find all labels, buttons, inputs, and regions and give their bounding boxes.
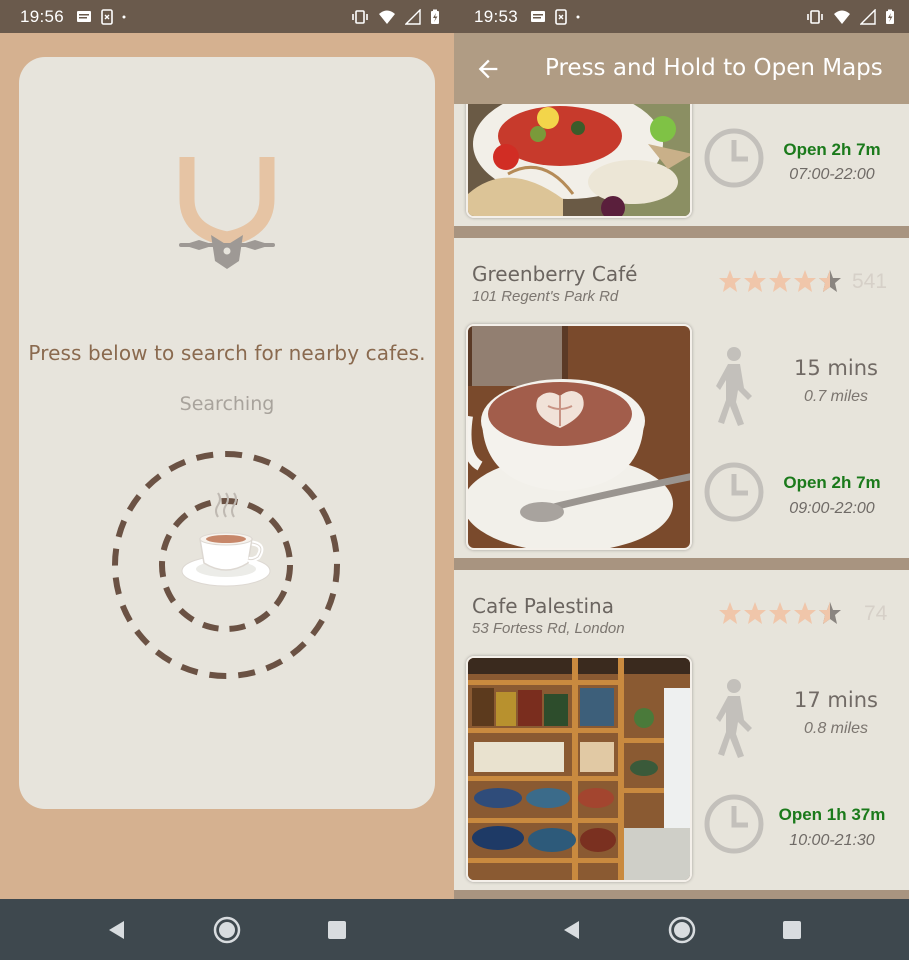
nav-home-button[interactable]: [203, 906, 251, 954]
open-status: Open 1h 37m: [778, 805, 886, 824]
cafe-address: 101 Regent's Park Rd: [472, 288, 619, 305]
arrow-left-icon[interactable]: [474, 55, 502, 83]
opening-hours: 07:00-22:00: [789, 166, 875, 183]
search-button[interactable]: [108, 447, 344, 683]
signal-icon: [860, 8, 876, 25]
star-icon: [719, 602, 741, 624]
open-status: Open 2h 7m: [783, 473, 881, 492]
cafe-photo: [466, 324, 692, 550]
square-recents-icon: [782, 920, 801, 939]
half-star-icon: [819, 602, 841, 624]
screenshot-notification-icon: [555, 8, 567, 25]
triangle-back-icon: [563, 920, 579, 939]
rating-count: 74: [864, 602, 888, 625]
walk-distance: 0.8 miles: [803, 720, 869, 737]
cafe-list[interactable]: Open 2h 7m 07:00-22:00 Greenberry Café 1…: [454, 104, 909, 899]
circle-home-icon: [213, 916, 241, 943]
walk-time: 17 mins: [794, 688, 878, 712]
search-screen: 19:56 Press below to search for nearby c…: [0, 0, 454, 960]
walking-person-icon: [716, 347, 752, 426]
vibrate-icon: [807, 9, 823, 24]
cafe-finder-logo-icon: [179, 157, 275, 269]
star-icon: [794, 602, 816, 624]
star-icon: [794, 270, 816, 292]
dot-icon: [576, 15, 580, 18]
nav-back-button[interactable]: [548, 906, 596, 954]
open-status: Open 2h 7m: [783, 140, 881, 159]
cafe-card[interactable]: Cafe Palestina 53 Fortess Rd, London 74: [454, 570, 909, 890]
circle-home-icon: [668, 916, 695, 943]
star-icon: [744, 270, 766, 292]
battery-charging-icon: [431, 9, 439, 24]
navigation-bar: [0, 899, 454, 960]
nav-home-button[interactable]: [658, 906, 706, 954]
dot-icon: [122, 15, 126, 18]
star-icon: [744, 602, 766, 624]
vibrate-icon: [352, 9, 368, 24]
star-icon: [769, 270, 791, 292]
screenshot-notification-icon: [101, 8, 113, 25]
opening-hours: 10:00-21:30: [789, 832, 875, 849]
signal-icon: [405, 8, 421, 25]
search-card: Press below to search for nearby cafes. …: [19, 57, 435, 809]
battery-charging-icon: [886, 9, 894, 24]
star-icon: [719, 270, 741, 292]
cafe-card[interactable]: Greenberry Café 101 Regent's Park Rd 541: [454, 238, 909, 558]
app-bar-title: Press and Hold to Open Maps: [545, 55, 883, 81]
app-bar: Press and Hold to Open Maps: [454, 33, 909, 104]
cafe-name: Greenberry Café: [472, 262, 638, 286]
walk-distance: 0.7 miles: [803, 388, 869, 405]
nav-recents-button[interactable]: [768, 906, 816, 954]
opening-hours: 09:00-22:00: [789, 500, 875, 517]
walking-person-icon: [716, 679, 752, 758]
results-screen: 19:53 Press and Hold to Open Maps Open 2…: [454, 0, 909, 960]
cafe-photo: [466, 656, 692, 882]
wifi-icon: [379, 10, 395, 24]
half-star-icon: [819, 270, 841, 292]
status-time: 19:53: [474, 6, 519, 26]
cafe-name: Cafe Palestina: [472, 594, 614, 618]
wifi-icon: [834, 10, 850, 24]
status-bar: 19:53: [454, 0, 909, 33]
search-prompt: Press below to search for nearby cafes.: [28, 341, 426, 365]
star-rating: [718, 269, 842, 293]
nav-back-button[interactable]: [93, 906, 141, 954]
triangle-back-icon: [109, 920, 124, 939]
message-notification-icon: [77, 10, 92, 22]
walk-time: 15 mins: [794, 356, 878, 380]
navigation-bar: [454, 899, 909, 960]
star-icon: [769, 602, 791, 624]
rating-count: 541: [852, 270, 888, 293]
search-status: Searching: [179, 393, 275, 415]
cafe-photo: [466, 104, 692, 218]
star-rating: [718, 601, 842, 625]
status-time: 19:56: [20, 6, 65, 26]
cafe-address: 53 Fortess Rd, London: [472, 620, 625, 637]
status-bar: 19:56: [0, 0, 454, 33]
square-recents-icon: [328, 920, 346, 939]
cafe-card[interactable]: Open 2h 7m 07:00-22:00: [454, 104, 909, 226]
message-notification-icon: [531, 10, 546, 22]
nav-recents-button[interactable]: [313, 906, 361, 954]
